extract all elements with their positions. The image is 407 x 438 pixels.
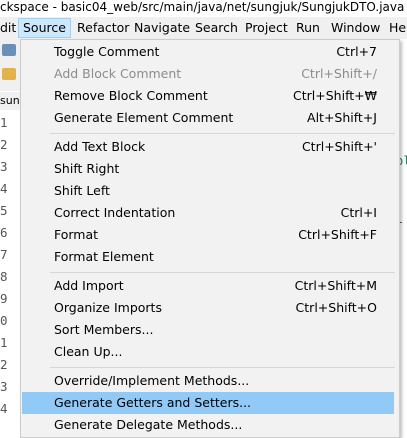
menu-item-label: Clean Up... bbox=[54, 344, 123, 359]
menu-item-remove-block-comment[interactable]: Remove Block Comment Ctrl+Shift+₩ bbox=[22, 85, 394, 107]
menu-item-label: Add Text Block bbox=[54, 139, 146, 154]
line-number: 4 bbox=[0, 401, 8, 416]
menu-item-shortcut: Alt+Shift+J bbox=[307, 110, 377, 125]
line-number: 7 bbox=[0, 247, 8, 262]
menu-item-shortcut: Ctrl+Shift+O bbox=[295, 300, 377, 315]
menu-item-label: Sort Members... bbox=[54, 322, 154, 337]
menu-item-format[interactable]: Format Ctrl+Shift+F bbox=[22, 224, 394, 246]
menu-item-generate-delegate-methods[interactable]: Generate Delegate Methods... bbox=[22, 414, 394, 436]
menu-window[interactable]: Window bbox=[327, 19, 384, 37]
menu-item-correct-indentation[interactable]: Correct Indentation Ctrl+I bbox=[22, 202, 394, 224]
menu-separator bbox=[50, 133, 395, 134]
line-number: 1 bbox=[0, 335, 8, 350]
menu-item-shortcut: Ctrl+Shift+/ bbox=[301, 66, 377, 81]
menu-separator bbox=[50, 272, 395, 273]
menu-item-label: Override/Implement Methods... bbox=[54, 373, 250, 388]
menu-item-generate-element-comment[interactable]: Generate Element Comment Alt+Shift+J bbox=[22, 107, 394, 129]
menu-item-label: Toggle Comment bbox=[54, 44, 160, 59]
line-number: 6 bbox=[0, 225, 8, 240]
menu-item-add-text-block[interactable]: Add Text Block Ctrl+Shift+' bbox=[22, 136, 394, 158]
menu-refactor[interactable]: Refactor bbox=[73, 19, 133, 37]
menu-search[interactable]: Search bbox=[191, 19, 242, 37]
menu-item-label: Generate Delegate Methods... bbox=[54, 417, 243, 432]
menu-item-add-block-comment[interactable]: Add Block Comment Ctrl+Shift+/ bbox=[22, 63, 394, 85]
menu-item-shortcut: Ctrl+I bbox=[340, 205, 377, 220]
menu-item-shift-right[interactable]: Shift Right bbox=[22, 158, 394, 180]
window-title: ckspace - basic04_web/src/main/java/net/… bbox=[0, 0, 407, 17]
line-number: 2 bbox=[0, 137, 8, 152]
menu-item-shortcut: Ctrl+Shift+₩ bbox=[293, 88, 377, 103]
line-number: 0 bbox=[0, 313, 8, 328]
menu-bar: dit Source Refactor Navigate Search Proj… bbox=[0, 17, 407, 39]
line-number-gutter: 1 2 3 4 5 6 7 8 9 0 1 2 3 4 bbox=[0, 112, 20, 420]
menu-navigate[interactable]: Navigate bbox=[130, 19, 194, 37]
editor-tab[interactable]: sun bbox=[0, 92, 20, 110]
menu-item-organize-imports[interactable]: Organize Imports Ctrl+Shift+O bbox=[22, 297, 394, 319]
menu-item-add-import[interactable]: Add Import Ctrl+Shift+M bbox=[22, 275, 394, 297]
menu-item-override-implement-methods[interactable]: Override/Implement Methods... bbox=[22, 370, 394, 392]
menu-item-label: Add Import bbox=[54, 278, 124, 293]
menu-item-clean-up[interactable]: Clean Up... bbox=[22, 341, 394, 363]
menu-item-shortcut: Ctrl+7 bbox=[336, 44, 377, 59]
line-number: 4 bbox=[0, 181, 8, 196]
line-number: 9 bbox=[0, 291, 8, 306]
menu-separator bbox=[50, 367, 395, 368]
menu-item-shift-left[interactable]: Shift Left bbox=[22, 180, 394, 202]
menu-item-shortcut: Ctrl+Shift+M bbox=[294, 278, 377, 293]
folder-icon[interactable] bbox=[2, 68, 16, 80]
menu-item-label: Generate Element Comment bbox=[54, 110, 234, 125]
menu-item-label: Format bbox=[54, 227, 99, 242]
line-number: 8 bbox=[0, 269, 8, 284]
menu-item-label: Format Element bbox=[54, 249, 154, 264]
toolbar bbox=[0, 39, 20, 91]
menu-item-label: Generate Getters and Setters... bbox=[54, 395, 252, 410]
line-number: 3 bbox=[0, 159, 8, 174]
menu-item-sort-members[interactable]: Sort Members... bbox=[22, 319, 394, 341]
line-number: 5 bbox=[0, 203, 8, 218]
menu-item-shortcut: Ctrl+Shift+F bbox=[298, 227, 377, 242]
menu-item-generate-getters-setters[interactable]: Generate Getters and Setters... bbox=[22, 392, 394, 414]
menu-source[interactable]: Source bbox=[18, 18, 71, 38]
menu-item-label: Organize Imports bbox=[54, 300, 162, 315]
menu-item-label: Add Block Comment bbox=[54, 66, 182, 81]
line-number: 3 bbox=[0, 379, 8, 394]
source-menu: Toggle Comment Ctrl+7 Add Block Comment … bbox=[20, 39, 400, 438]
menu-item-label: Correct Indentation bbox=[54, 205, 176, 220]
menu-help[interactable]: Hel bbox=[385, 19, 407, 37]
save-icon[interactable] bbox=[2, 44, 16, 56]
menu-item-toggle-comment[interactable]: Toggle Comment Ctrl+7 bbox=[22, 41, 394, 63]
menu-run[interactable]: Run bbox=[292, 19, 324, 37]
menu-item-label: Shift Right bbox=[54, 161, 120, 176]
line-number: 1 bbox=[0, 115, 8, 130]
menu-item-format-element[interactable]: Format Element bbox=[22, 246, 394, 268]
menu-item-label: Shift Left bbox=[54, 183, 110, 198]
menu-item-label: Remove Block Comment bbox=[54, 88, 208, 103]
menu-project[interactable]: Project bbox=[241, 19, 292, 37]
menu-item-shortcut: Ctrl+Shift+' bbox=[301, 139, 377, 154]
line-number: 2 bbox=[0, 357, 8, 372]
